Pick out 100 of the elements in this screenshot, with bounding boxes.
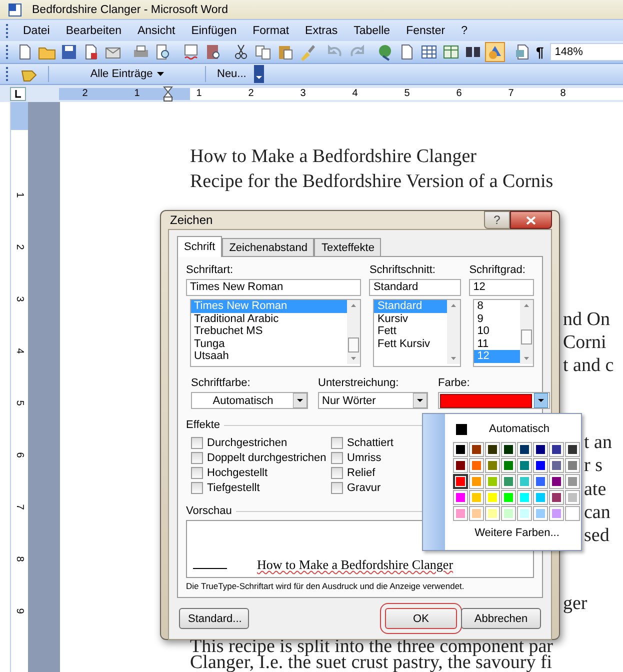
- checkbox[interactable]: Gravur: [331, 480, 381, 495]
- menu-item[interactable]: Fenster: [400, 24, 452, 36]
- dropdown[interactable]: Automatisch: [191, 392, 308, 409]
- color-swatch[interactable]: [485, 458, 500, 473]
- color-swatch[interactable]: [517, 490, 532, 505]
- dropdown[interactable]: Nur Wörter: [318, 392, 428, 409]
- field-label: Schriftfarbe:: [191, 377, 252, 389]
- automatic-swatch[interactable]: [456, 424, 467, 434]
- automatic-option[interactable]: Automatisch: [489, 423, 550, 435]
- checkbox[interactable]: Umriss: [331, 450, 382, 465]
- color-swatch[interactable]: [533, 506, 548, 521]
- tab[interactable]: Schrift: [177, 236, 222, 257]
- color-swatch[interactable]: [565, 442, 580, 457]
- color-swatch[interactable]: [453, 490, 468, 505]
- list-item[interactable]: 9: [474, 312, 520, 326]
- help-button[interactable]: ?: [484, 211, 510, 229]
- zoom-field[interactable]: 148%: [550, 43, 623, 61]
- color-swatch[interactable]: [469, 442, 484, 457]
- color-swatch[interactable]: [517, 506, 532, 521]
- color-swatch[interactable]: [533, 474, 548, 489]
- menu-item[interactable]: Datei: [17, 24, 56, 36]
- color-swatch[interactable]: [485, 474, 500, 489]
- color-swatch[interactable]: [565, 506, 580, 521]
- list-item[interactable]: 11: [474, 338, 520, 350]
- scrollbar[interactable]: [447, 300, 460, 364]
- save-icon[interactable]: [59, 42, 79, 62]
- color-swatch[interactable]: [549, 474, 564, 489]
- checkbox[interactable]: Hochgestellt: [191, 465, 268, 480]
- color-swatch[interactable]: [517, 458, 532, 473]
- tab-selector-icon[interactable]: [10, 86, 26, 100]
- color-swatch[interactable]: [453, 458, 468, 473]
- color-swatch[interactable]: [453, 506, 468, 521]
- color-swatch[interactable]: [533, 490, 548, 505]
- checkbox[interactable]: Durchgestrichen: [191, 435, 288, 450]
- color-swatch[interactable]: [453, 474, 468, 489]
- list-item[interactable]: Fett Kursiv: [374, 338, 448, 350]
- color-swatch[interactable]: [501, 458, 516, 473]
- toolbar-options-icon[interactable]: [254, 65, 264, 83]
- checkbox-label: Tiefgestellt: [207, 482, 260, 494]
- checkbox[interactable]: Doppelt durchgestrichen: [191, 450, 326, 465]
- menu-item[interactable]: Extras: [299, 24, 344, 36]
- color-swatch[interactable]: [565, 474, 580, 489]
- scrollbar[interactable]: [347, 300, 360, 364]
- list-item[interactable]: 10: [474, 325, 520, 338]
- input-field[interactable]: 12: [469, 279, 534, 296]
- color-swatch[interactable]: [549, 506, 564, 521]
- pilcrow-button[interactable]: ¶: [535, 42, 545, 62]
- color-swatch[interactable]: [565, 458, 580, 473]
- more-colors-button[interactable]: Weitere Farben...: [474, 527, 560, 539]
- default-button[interactable]: Standard...: [179, 608, 249, 629]
- list-item[interactable]: Traditional Arabic: [191, 312, 348, 326]
- checkbox[interactable]: Schattiert: [331, 435, 394, 450]
- menu-item[interactable]: ?: [455, 24, 474, 36]
- menu-item[interactable]: Format: [246, 24, 296, 36]
- indent-marker-icon[interactable]: [163, 86, 173, 102]
- color-swatch[interactable]: [501, 474, 516, 489]
- list-item[interactable]: 8: [474, 300, 520, 313]
- cancel-button[interactable]: Abbrechen: [461, 608, 541, 629]
- checkbox[interactable]: Tiefgestellt: [191, 480, 260, 495]
- menu-item[interactable]: Bearbeiten: [60, 24, 128, 36]
- color-swatch[interactable]: [533, 458, 548, 473]
- color-swatch[interactable]: [469, 458, 484, 473]
- list-item[interactable]: Kursiv: [374, 312, 448, 326]
- display-dropdown[interactable]: Alle Einträge: [52, 65, 202, 83]
- list-item[interactable]: Trebuchet MS: [191, 325, 348, 338]
- color-swatch[interactable]: [453, 442, 468, 457]
- color-dropdown[interactable]: [438, 392, 550, 409]
- close-button[interactable]: [510, 211, 552, 229]
- ruler-number: 6: [455, 88, 463, 99]
- color-swatch[interactable]: [501, 490, 516, 505]
- list-item[interactable]: Utsaah: [191, 350, 348, 363]
- color-swatch[interactable]: [565, 490, 580, 505]
- input-field[interactable]: Times New Roman: [186, 279, 362, 296]
- color-swatch[interactable]: [469, 506, 484, 521]
- menu-item[interactable]: Tabelle: [348, 24, 396, 36]
- color-swatch[interactable]: [485, 506, 500, 521]
- color-swatch[interactable]: [533, 442, 548, 457]
- ruler-number: 5: [403, 88, 411, 99]
- checkbox[interactable]: Relief: [331, 465, 376, 480]
- scrollbar[interactable]: [520, 300, 533, 364]
- new-comment-button[interactable]: Neu...: [209, 65, 254, 83]
- color-swatch[interactable]: [549, 442, 564, 457]
- color-swatch[interactable]: [517, 474, 532, 489]
- color-swatch[interactable]: [501, 506, 516, 521]
- input-field[interactable]: Standard: [369, 279, 462, 296]
- menu-item[interactable]: Ansicht: [131, 24, 182, 36]
- list-item[interactable]: Tunga: [191, 338, 348, 350]
- color-swatch[interactable]: [549, 458, 564, 473]
- color-swatch[interactable]: [485, 442, 500, 457]
- color-swatch[interactable]: [485, 490, 500, 505]
- document-text: Recipe for the Bedfordshire Version of a Cornis: [190, 170, 554, 193]
- tab[interactable]: Zeichenabstand: [222, 238, 314, 256]
- color-swatch[interactable]: [549, 490, 564, 505]
- menu-item[interactable]: Einfügen: [185, 24, 243, 36]
- color-swatch[interactable]: [469, 474, 484, 489]
- list-item[interactable]: Fett: [374, 325, 448, 338]
- color-swatch[interactable]: [469, 490, 484, 505]
- tab[interactable]: Texteffekte: [314, 238, 382, 256]
- color-swatch[interactable]: [501, 442, 516, 457]
- color-swatch[interactable]: [517, 442, 532, 457]
